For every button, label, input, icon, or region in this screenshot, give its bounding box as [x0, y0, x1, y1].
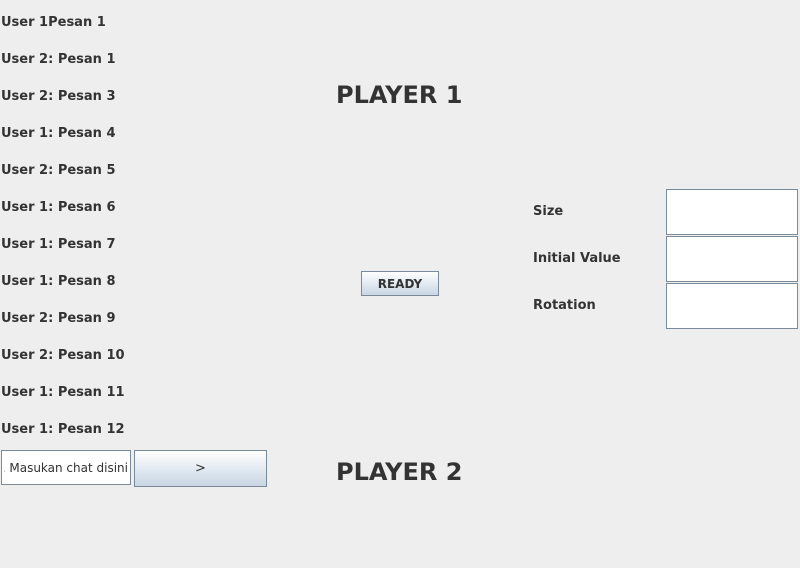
chat-message: User 1Pesan 1 [1, 15, 106, 30]
chat-message: User 1: Pesan 7 [1, 237, 116, 252]
send-button[interactable]: > [134, 450, 267, 487]
chat-message: User 2: Pesan 1 [1, 52, 116, 67]
chat-input[interactable] [1, 450, 131, 485]
chat-message: User 1: Pesan 8 [1, 274, 116, 289]
chat-message: User 1: Pesan 6 [1, 200, 116, 215]
chat-message: User 2: Pesan 9 [1, 311, 116, 326]
ready-button[interactable]: READY [361, 271, 439, 296]
chat-message: User 2: Pesan 10 [1, 348, 125, 363]
player2-label: PLAYER 2 [336, 458, 463, 486]
rotation-field[interactable] [666, 283, 798, 329]
initial-value-field[interactable] [666, 236, 798, 282]
chat-message: User 1: Pesan 12 [1, 422, 125, 437]
player1-label: PLAYER 1 [336, 81, 463, 109]
size-field[interactable] [666, 189, 798, 235]
rotation-label: Rotation [533, 298, 596, 313]
chat-message: User 1: Pesan 4 [1, 126, 116, 141]
chat-message: User 1: Pesan 11 [1, 385, 125, 400]
chat-message: User 2: Pesan 5 [1, 163, 116, 178]
size-label: Size [533, 204, 564, 219]
initial-value-label: Initial Value [533, 251, 621, 266]
chat-message: User 2: Pesan 3 [1, 89, 116, 104]
